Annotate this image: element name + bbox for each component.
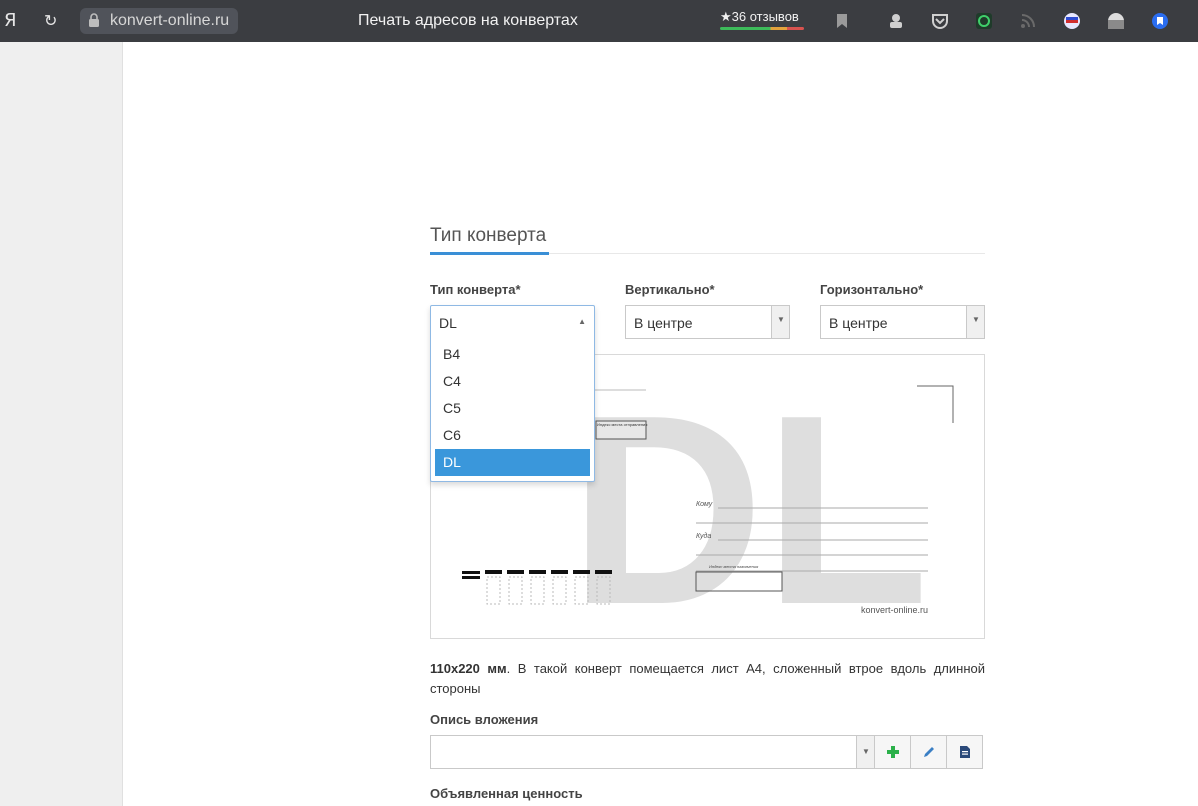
extension-bookmark-blue-icon[interactable] [1151, 12, 1169, 30]
declared-value-label: Объявленная ценность [430, 786, 583, 801]
envelope-type-select[interactable]: DL ▲ [431, 306, 594, 340]
edit-inventory-button[interactable] [910, 735, 947, 769]
vertical-label: Вертикально* [625, 282, 715, 297]
to-label: Кому [696, 501, 713, 508]
envelope-description-text: . В такой конверт помещается лист А4, сл… [430, 661, 985, 696]
page-left-background [0, 42, 123, 806]
print-inventory-button[interactable] [946, 735, 983, 769]
reviews-rating-bar [720, 27, 804, 30]
chevron-up-icon: ▲ [578, 317, 586, 326]
extension-spy-icon[interactable] [887, 12, 905, 30]
envelope-type-label: Тип конверта* [430, 282, 521, 297]
envelope-form: Тип конверта Тип конверта* Вертикально* … [430, 42, 985, 806]
envelope-description: 110x220 мм. В такой конверт помещается л… [430, 659, 985, 699]
dest-index-label: Индекс места назначения [709, 564, 759, 569]
extension-globe-icon[interactable] [1107, 12, 1125, 30]
rss-icon[interactable] [1019, 12, 1037, 30]
bookmark-icon[interactable] [833, 12, 851, 30]
reload-icon[interactable]: ↻ [44, 11, 57, 31]
envelope-size-watermark: DL [569, 360, 929, 639]
url-text: konvert-online.ru [110, 12, 230, 29]
pocket-icon[interactable] [931, 12, 949, 30]
dropdown-option-dl[interactable]: DL [435, 449, 590, 476]
vertical-select-arrow[interactable]: ▼ [771, 306, 789, 338]
plus-icon [887, 746, 899, 758]
section-title-underline [430, 252, 549, 255]
yandex-logo-icon[interactable]: Я [4, 10, 17, 31]
envelope-type-dropdown[interactable]: DL ▲ B4 C4 C5 C6 DL [430, 305, 595, 482]
sender-index-text: Индекс места отправления [597, 422, 647, 427]
address-bar[interactable]: konvert-online.ru [80, 8, 238, 34]
inventory-label: Опись вложения [430, 712, 539, 727]
section-title: Тип конверта [430, 225, 547, 246]
horizontal-select-arrow[interactable]: ▼ [966, 306, 984, 338]
extension-green-icon[interactable] [975, 12, 993, 30]
inventory-select-arrow[interactable]: ▼ [856, 736, 874, 768]
dropdown-option-c4[interactable]: C4 [435, 368, 590, 395]
reviews-link[interactable]: ★36 отзывов [720, 9, 799, 25]
horizontal-select[interactable]: В центре ▼ [820, 305, 985, 339]
horizontal-label: Горизонтально* [820, 282, 924, 297]
browser-toolbar: Я ↻ konvert-online.ru Печать адресов на … [0, 0, 1198, 42]
lock-icon [89, 13, 99, 27]
envelope-type-select-value: DL [439, 315, 457, 331]
site-footer: konvert-online.ru [861, 605, 928, 615]
dropdown-option-c5[interactable]: C5 [435, 395, 590, 422]
extension-flag-icon[interactable] [1063, 12, 1081, 30]
horizontal-select-value: В центре [829, 315, 888, 331]
dropdown-option-c6[interactable]: C6 [435, 422, 590, 449]
vertical-select-value: В центре [634, 315, 693, 331]
add-inventory-button[interactable] [874, 735, 911, 769]
document-icon [960, 746, 970, 758]
tab-title: Печать адресов на конвертах [358, 12, 578, 29]
inventory-select[interactable]: ▼ [430, 735, 875, 769]
chevron-down-icon: ▼ [862, 747, 870, 756]
envelope-size: 110x220 мм [430, 661, 507, 676]
pencil-icon [924, 747, 934, 757]
where-label: Куда [696, 532, 711, 540]
vertical-select[interactable]: В центре ▼ [625, 305, 790, 339]
chevron-down-icon: ▼ [777, 315, 785, 324]
dropdown-option-b4[interactable]: B4 [435, 341, 590, 368]
chevron-down-icon: ▼ [972, 315, 980, 324]
